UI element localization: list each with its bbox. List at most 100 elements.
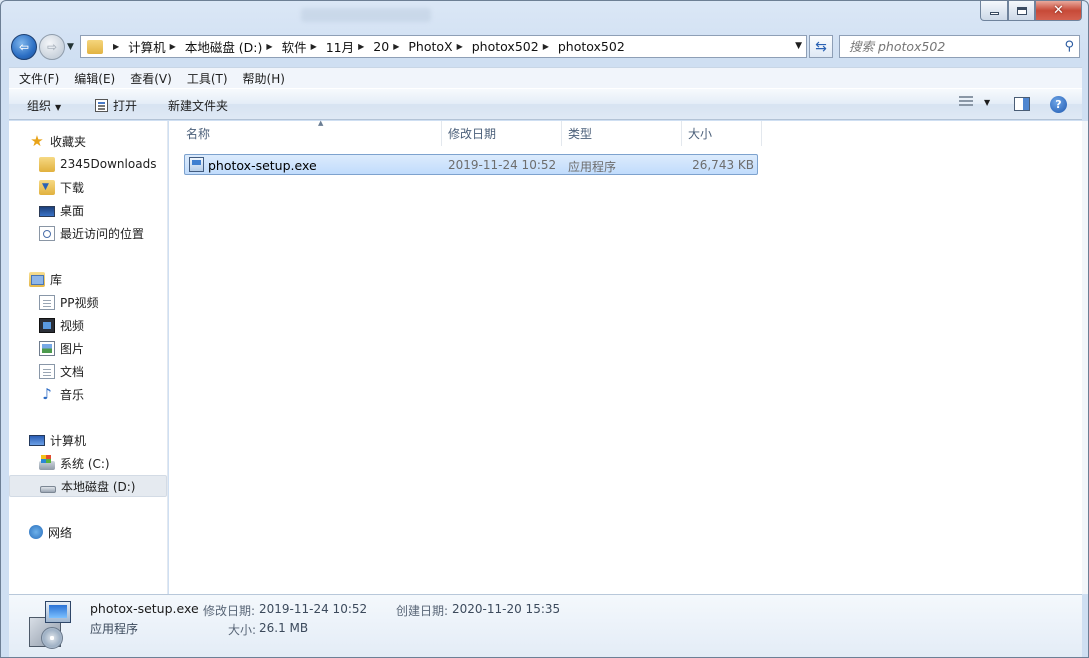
close-icon: ✕ — [1053, 3, 1064, 18]
breadcrumb-item[interactable]: PhotoX ▶ — [408, 39, 471, 54]
help-button[interactable]: ? — [1050, 96, 1067, 113]
details-modified-label: 修改日期: — [203, 604, 256, 618]
system-drive-icon — [39, 455, 55, 470]
sidebar-item-documents[interactable]: 文档 — [9, 360, 167, 382]
breadcrumb-item[interactable]: 计算机 ▶ — [128, 37, 185, 56]
desktop-icon — [39, 205, 55, 217]
search-icon[interactable]: ⚲ — [1064, 39, 1074, 54]
back-button[interactable]: ⇦ — [11, 34, 37, 60]
sidebar-libraries[interactable]: 库 — [9, 268, 167, 290]
menu-tools[interactable]: 工具(T) — [182, 70, 233, 87]
sidebar-network[interactable]: 网络 — [9, 521, 167, 543]
forward-button[interactable]: ⇨ — [39, 34, 65, 60]
details-created-value: 2020-11-20 15:35 — [452, 602, 561, 616]
navigation-pane: ★收藏夹 2345Downloads 下载 桌面 最近访问的位置 库 PP视频 … — [9, 121, 168, 594]
menu-help[interactable]: 帮助(H) — [238, 70, 290, 87]
window-title — [301, 8, 431, 22]
chevron-down-icon: ▼ — [55, 103, 62, 112]
menu-file[interactable]: 文件(F) — [14, 70, 64, 87]
file-type: 应用程序 — [568, 160, 617, 174]
details-pane: photox-setup.exe 应用程序 修改日期: 2019-11-24 1… — [9, 594, 1082, 657]
column-header-modified[interactable]: 修改日期 — [442, 121, 562, 146]
document-icon — [39, 363, 55, 379]
breadcrumb-item[interactable]: 软件 ▶ — [282, 37, 326, 56]
details-file-name: photox-setup.exe — [90, 601, 199, 616]
breadcrumb-item[interactable]: 11月 ▶ — [326, 37, 374, 56]
forward-arrow-icon: ⇨ — [46, 40, 58, 54]
preview-pane-button[interactable] — [1014, 97, 1030, 111]
star-icon: ★ — [30, 131, 44, 150]
file-modified: 2019-11-24 10:52 — [448, 158, 557, 172]
window-edge — [1082, 121, 1088, 594]
breadcrumb-root-separator[interactable]: ▶ — [109, 42, 128, 51]
organize-button[interactable]: 组织 ▼ — [27, 97, 61, 114]
libraries-icon — [29, 271, 45, 287]
open-icon — [95, 99, 108, 112]
explorer-window: ✕ ⇦ ⇨ ▼ ▶ 计算机 ▶ 本地磁盘 (D:) ▶ 软件 ▶ 11月 ▶ 20 ▶ P… — [0, 0, 1089, 658]
minimize-button[interactable] — [980, 1, 1008, 21]
folder-icon — [87, 39, 103, 54]
sidebar-item-pp-video[interactable]: PP视频 — [9, 291, 167, 313]
menu-view[interactable]: 查看(V) — [125, 70, 177, 87]
picture-library-icon — [39, 340, 55, 356]
change-view-button[interactable]: ▼ — [959, 96, 990, 108]
details-size-label: 大小: — [228, 623, 257, 637]
breadcrumb-item[interactable]: photox502 ▶ — [472, 39, 558, 54]
back-arrow-icon: ⇦ — [18, 40, 30, 54]
view-details-icon — [959, 96, 973, 108]
sort-ascending-icon: ▲ — [318, 119, 324, 127]
file-size: 26,743 KB — [692, 158, 754, 172]
recent-places-icon — [39, 225, 55, 241]
installer-icon — [27, 601, 73, 649]
details-modified-value: 2019-11-24 10:52 — [259, 602, 368, 616]
close-button[interactable]: ✕ — [1035, 1, 1082, 21]
folder-icon — [39, 156, 55, 172]
sidebar-item-videos[interactable]: 视频 — [9, 314, 167, 336]
window-controls: ✕ — [980, 1, 1082, 21]
breadcrumb-item[interactable]: 本地磁盘 (D:) ▶ — [185, 37, 282, 56]
details-created-label: 创建日期: — [396, 604, 449, 618]
downloads-folder-icon — [39, 179, 55, 195]
address-bar[interactable]: ▶ 计算机 ▶ 本地磁盘 (D:) ▶ 软件 ▶ 11月 ▶ 20 ▶ PhotoX ▶ p… — [80, 35, 807, 58]
video-library-icon — [39, 317, 55, 333]
open-button[interactable]: 打开 — [95, 97, 137, 114]
music-note-icon: ♪ — [42, 384, 52, 403]
sidebar-item-recent-places[interactable]: 最近访问的位置 — [9, 222, 167, 244]
refresh-button[interactable]: ⇆ — [809, 35, 833, 58]
network-icon — [29, 525, 43, 539]
maximize-icon — [1016, 6, 1027, 15]
sidebar-item-pictures[interactable]: 图片 — [9, 337, 167, 359]
search-box[interactable]: ⚲ — [839, 35, 1080, 58]
help-icon: ? — [1055, 98, 1062, 111]
sidebar-computer[interactable]: 计算机 — [9, 429, 167, 451]
column-header-size[interactable]: 大小 — [682, 121, 762, 146]
new-folder-button[interactable]: 新建文件夹 — [168, 97, 228, 114]
file-row-selected[interactable]: photox-setup.exe 2019-11-24 10:52 应用程序 2… — [184, 154, 758, 175]
address-history-dropdown[interactable]: ▼ — [795, 41, 802, 51]
file-name: photox-setup.exe — [208, 158, 317, 173]
refresh-icon: ⇆ — [815, 38, 827, 55]
maximize-button[interactable] — [1008, 1, 1035, 21]
sidebar-item-music[interactable]: ♪ 音乐 — [9, 383, 167, 405]
sidebar-item-drive-d[interactable]: 本地磁盘 (D:) — [9, 475, 167, 497]
menu-edit[interactable]: 编辑(E) — [69, 70, 120, 87]
sidebar-item-2345downloads[interactable]: 2345Downloads — [9, 153, 167, 175]
column-header-type[interactable]: 类型 — [562, 121, 682, 146]
search-input[interactable] — [849, 39, 1049, 54]
details-file-type: 应用程序 — [90, 622, 139, 636]
menu-bar: 文件(F) 编辑(E) 查看(V) 工具(T) 帮助(H) — [9, 67, 1082, 88]
sidebar-item-downloads[interactable]: 下载 — [9, 176, 167, 198]
chevron-down-icon: ▼ — [984, 97, 991, 107]
breadcrumb-item-current[interactable]: photox502 — [558, 39, 625, 54]
computer-icon — [29, 435, 45, 446]
exe-file-icon — [189, 157, 204, 172]
sidebar-item-desktop[interactable]: 桌面 — [9, 199, 167, 221]
command-bar: 组织 ▼ 打开 新建文件夹 ▼ ? — [9, 88, 1082, 120]
breadcrumb-item[interactable]: 20 ▶ — [373, 39, 408, 54]
sidebar-favorites[interactable]: ★ 收藏夹 — [9, 130, 167, 152]
file-list: 名称 ▲ 修改日期 类型 大小 photox-setup.exe 2019-11-… — [169, 119, 1082, 594]
recent-pages-dropdown[interactable]: ▼ — [67, 42, 74, 52]
sidebar-item-drive-c[interactable]: 系统 (C:) — [9, 452, 167, 474]
column-header-name[interactable]: 名称 ▲ — [180, 119, 442, 146]
details-size-value: 26.1 MB — [259, 621, 309, 635]
